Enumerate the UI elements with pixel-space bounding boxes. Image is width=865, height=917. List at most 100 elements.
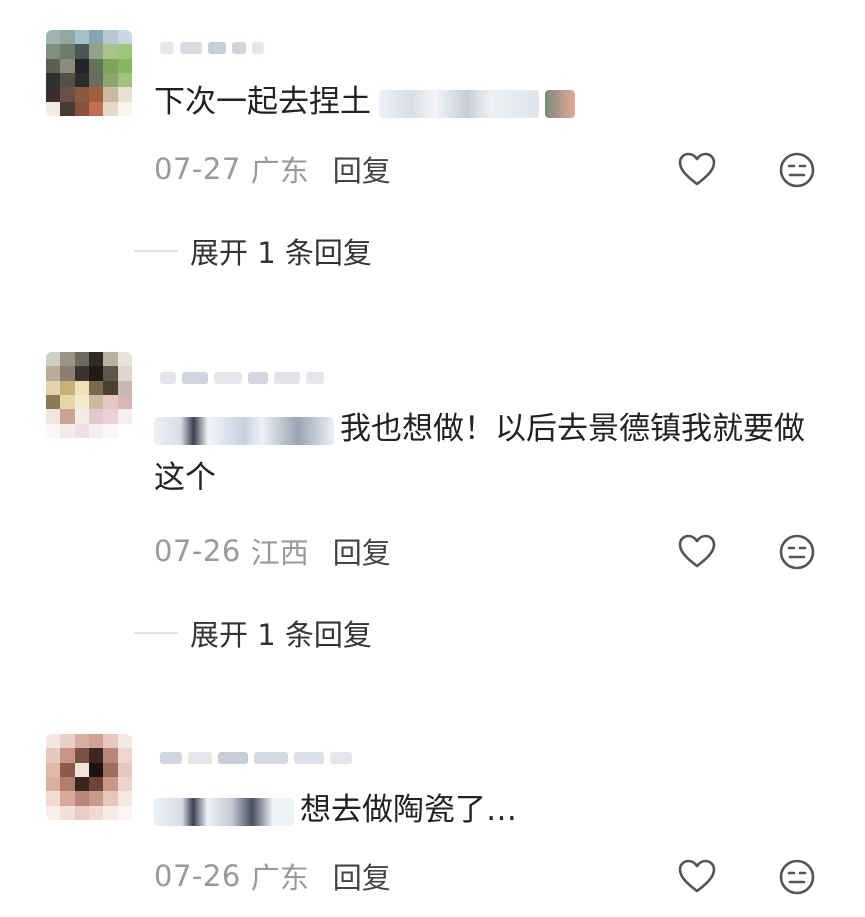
avatar-pixel	[46, 791, 61, 806]
blurred-content	[154, 416, 334, 445]
comment-location: 广东	[250, 154, 309, 188]
avatar-pixel	[88, 58, 104, 73]
avatar-pixel	[88, 101, 104, 116]
comment-date: 07-27	[154, 152, 241, 186]
blurred-content	[545, 89, 575, 118]
avatar-pixel	[117, 366, 132, 381]
username-blurred[interactable]	[160, 364, 324, 392]
avatar-pixel	[60, 366, 75, 381]
avatar-pixel	[46, 734, 61, 749]
avatar-pixel	[103, 762, 118, 777]
comment-text: 我也想做！以后去景德镇我就要做这个	[154, 405, 835, 503]
avatar-pixel	[46, 58, 61, 73]
avatar-pixel	[74, 380, 89, 395]
avatar-pixel	[46, 366, 61, 381]
avatar-pixel	[88, 748, 104, 763]
avatar-pixel	[103, 394, 118, 410]
avatar-pixel	[60, 58, 75, 73]
avatar-pixel	[74, 423, 89, 438]
avatar[interactable]	[46, 352, 132, 438]
avatar-pixel	[46, 72, 61, 88]
reply-button[interactable]: 回复	[333, 855, 391, 897]
avatar-pixel	[88, 87, 104, 102]
avatar-pixel	[60, 748, 75, 763]
avatar-pixel	[46, 805, 61, 820]
avatar-pixel	[60, 87, 75, 102]
expand-replies-button[interactable]: 展开 1 条回复	[134, 612, 372, 654]
heart-outline-icon[interactable]	[677, 532, 717, 572]
avatar-pixel	[117, 776, 132, 792]
expand-replies-button[interactable]: 展开 1 条回复	[134, 230, 372, 272]
avatar-pixel	[60, 380, 75, 395]
comment-date: 07-26	[154, 859, 241, 893]
avatar-pixel	[46, 30, 61, 45]
avatar-pixel	[117, 423, 132, 438]
avatar-pixel	[60, 30, 75, 45]
avatar-pixel	[60, 352, 75, 367]
avatar-pixel	[74, 734, 89, 749]
avatar-pixel	[60, 776, 75, 792]
avatar-pixel	[60, 791, 75, 806]
avatar-pixel	[46, 352, 61, 367]
avatar-pixel	[88, 44, 104, 59]
neutral-face-icon[interactable]	[777, 150, 817, 190]
avatar-pixel	[74, 762, 89, 777]
reply-button[interactable]: 回复	[333, 148, 391, 190]
comment-meta: 07-26 江西 回复	[154, 530, 391, 572]
avatar-pixel	[60, 805, 75, 820]
comment-text-content: 想去做陶瓷了…	[300, 792, 517, 828]
avatar-pixel	[46, 380, 61, 395]
expand-replies-label: 展开 1 条回复	[190, 618, 372, 652]
comment-text: 下次一起去捏土	[154, 78, 835, 127]
avatar[interactable]	[46, 734, 132, 820]
comment-text: 想去做陶瓷了…	[154, 786, 835, 835]
avatar-pixel	[88, 423, 104, 438]
comment-text-content: 下次一起去捏土	[154, 84, 371, 120]
avatar-pixel	[74, 394, 89, 410]
heart-outline-icon[interactable]	[677, 857, 717, 897]
comment-meta: 07-26 广东 回复	[154, 855, 391, 897]
avatar-pixel	[117, 762, 132, 777]
avatar-pixel	[103, 380, 118, 395]
avatar-pixel	[46, 394, 61, 410]
avatar-pixel	[117, 58, 132, 73]
avatar-pixel	[88, 72, 104, 88]
avatar-pixel	[74, 409, 89, 424]
avatar-pixel	[60, 394, 75, 410]
avatar-pixel	[60, 101, 75, 116]
neutral-face-icon[interactable]	[777, 857, 817, 897]
comment-location: 江西	[250, 536, 309, 570]
reply-button[interactable]: 回复	[333, 530, 391, 572]
avatar-pixel	[74, 58, 89, 73]
avatar-pixel	[60, 734, 75, 749]
avatar-pixel	[74, 366, 89, 381]
avatar-pixel	[74, 44, 89, 59]
avatar-pixel	[117, 87, 132, 102]
avatar-pixel	[60, 44, 75, 59]
avatar-pixel	[117, 791, 132, 806]
avatar-pixel	[117, 352, 132, 367]
avatar-pixel	[74, 776, 89, 792]
avatar-pixel	[117, 734, 132, 749]
avatar-pixel	[74, 101, 89, 116]
avatar-pixel	[88, 734, 104, 749]
avatar-pixel	[103, 734, 118, 749]
avatar-pixel	[88, 380, 104, 395]
avatar-pixel	[88, 805, 104, 820]
comment-date: 07-26	[154, 534, 241, 568]
avatar-pixel	[74, 791, 89, 806]
avatar-pixel	[88, 762, 104, 777]
neutral-face-icon[interactable]	[777, 532, 817, 572]
username-blurred[interactable]	[160, 744, 352, 772]
avatar[interactable]	[46, 30, 132, 116]
avatar-pixel	[60, 409, 75, 424]
divider	[134, 250, 178, 252]
avatar-pixel	[117, 101, 132, 116]
avatar-pixel	[103, 87, 118, 102]
avatar-pixel	[74, 30, 89, 45]
heart-outline-icon[interactable]	[677, 150, 717, 190]
username-blurred[interactable]	[160, 34, 264, 62]
avatar-pixel	[117, 72, 132, 88]
avatar-pixel	[88, 791, 104, 806]
comment-meta: 07-27 广东 回复	[154, 148, 391, 190]
